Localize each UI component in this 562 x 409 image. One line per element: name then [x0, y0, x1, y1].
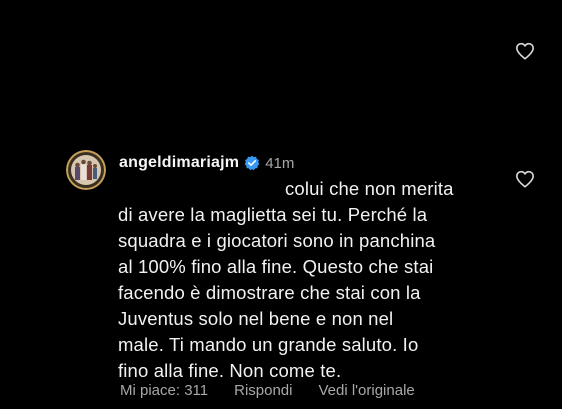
comment-footer: Mi piace: 311 Rispondi Vedi l'originale — [120, 382, 415, 399]
comment-header: angeldimariajm 41m — [119, 152, 294, 174]
comment-like-heart-icon[interactable] — [515, 170, 535, 188]
reply-button[interactable]: Rispondi — [234, 382, 292, 399]
verified-badge-icon — [244, 155, 260, 171]
comment-line: colui che non merita — [285, 178, 454, 199]
comment-line: di avere la maglietta sei tu. Perché la — [118, 204, 428, 225]
timestamp: 41m — [265, 154, 295, 172]
see-original-button[interactable]: Vedi l'originale — [318, 382, 414, 399]
comment-line: squadra e i giocatori sono in panchina — [118, 230, 436, 251]
comment-line: fino alla fine. Non come te. — [118, 360, 342, 381]
likes-count[interactable]: Mi piace: 311 — [120, 382, 208, 399]
comment-line: male. Ti mando un grande saluto. Io — [118, 334, 419, 355]
avatar[interactable] — [66, 150, 106, 190]
comments-view: angeldimariajm 41m colui che non merita … — [0, 0, 562, 409]
username[interactable]: angeldimariajm — [119, 154, 239, 172]
comment-line: Juventus solo nel bene e non nel — [118, 308, 394, 329]
comment-line: facendo è dimostrare che stai con la — [118, 282, 421, 303]
comment-text: colui che non merita di avere la magliet… — [118, 176, 518, 384]
comment-line: al 100% fino alla fine. Questo che stai — [118, 256, 434, 277]
like-heart-icon[interactable] — [515, 42, 535, 60]
